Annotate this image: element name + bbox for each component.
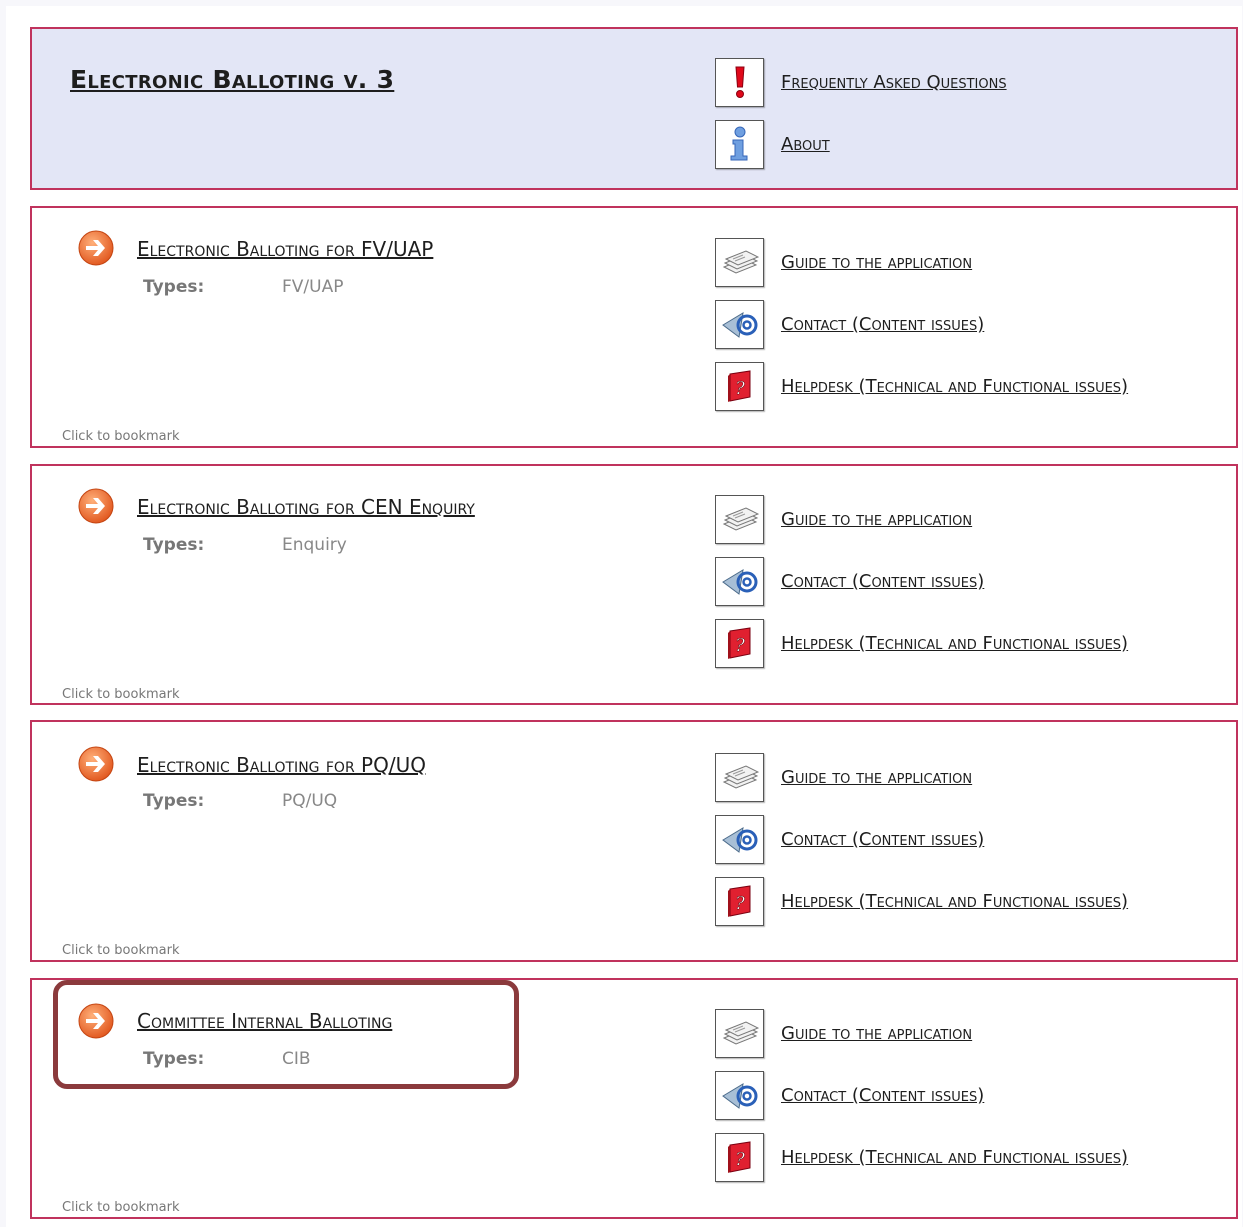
documents-icon — [715, 494, 764, 544]
guide-link[interactable]: Guide to the application — [715, 493, 1215, 545]
contact-label: Contact (Content issues) — [781, 828, 985, 850]
documents-icon — [715, 752, 764, 802]
types-label: Types: — [143, 1049, 205, 1069]
guide-label: Guide to the application — [781, 508, 973, 530]
help-book-icon: ? — [715, 618, 764, 668]
helpdesk-label: Helpdesk (Technical and Functional issue… — [781, 632, 1129, 654]
about-link[interactable]: About — [715, 118, 1215, 170]
help-book-icon: ? — [715, 1132, 764, 1182]
email-icon — [715, 814, 764, 864]
types-value: CIB — [282, 1049, 311, 1069]
faq-link[interactable]: Frequently Asked Questions — [715, 56, 1215, 108]
documents-icon — [715, 237, 764, 287]
contact-link[interactable]: Contact (Content issues) — [715, 555, 1215, 607]
helpdesk-label: Helpdesk (Technical and Functional issue… — [781, 1146, 1129, 1168]
svg-text:?: ? — [735, 378, 745, 399]
types-value: FV/UAP — [282, 277, 344, 297]
bookmark-link[interactable]: Click to bookmark — [62, 943, 179, 958]
app-title-link[interactable]: Electronic Balloting v. 3 — [70, 65, 394, 94]
arrow-right-icon — [78, 746, 114, 782]
arrow-right-icon — [78, 230, 114, 266]
helpdesk-label: Helpdesk (Technical and Functional issue… — [781, 890, 1129, 912]
helpdesk-link[interactable]: ? Helpdesk (Technical and Functional iss… — [715, 360, 1215, 412]
svg-text:?: ? — [735, 893, 745, 914]
email-icon — [715, 299, 764, 349]
section-committee-internal: Committee Internal Balloting Types: CIB … — [30, 978, 1238, 1219]
types-value: PQ/UQ — [282, 791, 338, 811]
guide-label: Guide to the application — [781, 766, 973, 788]
faq-label: Frequently Asked Questions — [781, 71, 1007, 93]
exclamation-icon — [715, 57, 764, 107]
guide-label: Guide to the application — [781, 1022, 973, 1044]
types-value: Enquiry — [282, 535, 347, 555]
email-icon — [715, 556, 764, 606]
arrow-right-icon — [78, 488, 114, 524]
contact-label: Contact (Content issues) — [781, 1084, 985, 1106]
help-book-icon: ? — [715, 876, 764, 926]
section-title-link[interactable]: Electronic Balloting for FV/UAP — [137, 237, 433, 261]
types-label: Types: — [143, 277, 205, 297]
guide-label: Guide to the application — [781, 251, 973, 273]
section-pq-uq: Electronic Balloting for PQ/UQ Types: PQ… — [30, 720, 1238, 962]
help-book-icon: ? — [715, 361, 764, 411]
types-label: Types: — [143, 791, 205, 811]
section-cen-enquiry: Electronic Balloting for CEN Enquiry Typ… — [30, 464, 1238, 705]
about-label: About — [781, 133, 830, 155]
documents-icon — [715, 1008, 764, 1058]
svg-text:?: ? — [735, 1149, 745, 1170]
helpdesk-link[interactable]: ? Helpdesk (Technical and Functional iss… — [715, 875, 1215, 927]
email-icon — [715, 1070, 764, 1120]
info-icon — [715, 119, 764, 169]
bookmark-link[interactable]: Click to bookmark — [62, 429, 179, 444]
bookmark-link[interactable]: Click to bookmark — [62, 1200, 179, 1215]
guide-link[interactable]: Guide to the application — [715, 751, 1215, 803]
contact-link[interactable]: Contact (Content issues) — [715, 1069, 1215, 1121]
contact-label: Contact (Content issues) — [781, 570, 985, 592]
arrow-right-icon — [78, 1003, 114, 1039]
bookmark-link[interactable]: Click to bookmark — [62, 687, 179, 702]
helpdesk-link[interactable]: ? Helpdesk (Technical and Functional iss… — [715, 1131, 1215, 1183]
contact-link[interactable]: Contact (Content issues) — [715, 298, 1215, 350]
svg-text:?: ? — [735, 635, 745, 656]
header-panel: Electronic Balloting v. 3 Frequently Ask… — [30, 27, 1238, 190]
section-title-link[interactable]: Committee Internal Balloting — [137, 1009, 392, 1033]
section-fv-uap: Electronic Balloting for FV/UAP Types: F… — [30, 206, 1238, 448]
contact-label: Contact (Content issues) — [781, 313, 985, 335]
helpdesk-label: Helpdesk (Technical and Functional issue… — [781, 375, 1129, 397]
contact-link[interactable]: Contact (Content issues) — [715, 813, 1215, 865]
types-label: Types: — [143, 535, 205, 555]
section-title-link[interactable]: Electronic Balloting for PQ/UQ — [137, 753, 426, 777]
helpdesk-link[interactable]: ? Helpdesk (Technical and Functional iss… — [715, 617, 1215, 669]
guide-link[interactable]: Guide to the application — [715, 236, 1215, 288]
guide-link[interactable]: Guide to the application — [715, 1007, 1215, 1059]
section-title-link[interactable]: Electronic Balloting for CEN Enquiry — [137, 495, 475, 519]
